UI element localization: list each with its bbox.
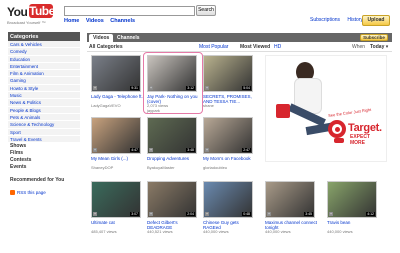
- sidebar-contests[interactable]: Contests: [8, 157, 80, 164]
- video-meta: ByakuyaMaster: [147, 165, 175, 170]
- tab-bar: Videos Channels Subscribe: [87, 33, 392, 42]
- video-meta: ShaneyDOP: [91, 165, 114, 170]
- sidebar-item-pets[interactable]: Pets & Animals: [8, 113, 80, 122]
- nav-channels[interactable]: Channels: [110, 18, 135, 24]
- logo-tube: Tube: [29, 4, 55, 18]
- add-to-queue-icon[interactable]: +: [205, 212, 209, 216]
- filter-hd[interactable]: HD: [274, 44, 281, 50]
- upload-button[interactable]: Upload: [362, 15, 390, 26]
- nav-home[interactable]: Home: [64, 18, 79, 24]
- sidebar-item-sport[interactable]: Sport: [8, 128, 80, 136]
- video-meta: 440,000 views: [203, 229, 229, 234]
- rss-link[interactable]: RSS this page: [8, 190, 80, 196]
- sidebar-films[interactable]: Films: [8, 150, 80, 157]
- video-meta: 440,000 views: [265, 229, 291, 234]
- subscriptions-link[interactable]: Subscriptions: [310, 17, 340, 23]
- main-content: Videos Channels Subscribe All Categories…: [87, 33, 392, 251]
- tab-videos[interactable]: Videos: [89, 34, 114, 42]
- history-link[interactable]: History: [347, 17, 363, 23]
- video-thumbnail[interactable]: +4:47: [91, 117, 141, 154]
- add-to-queue-icon[interactable]: +: [93, 86, 97, 90]
- sidebar-shows[interactable]: Shows: [8, 143, 80, 150]
- filter-when-label: When: [352, 44, 366, 50]
- rss-icon: [10, 190, 15, 196]
- video-duration: 9:31: [130, 86, 139, 90]
- filter-all-categories[interactable]: All Categories: [89, 44, 123, 50]
- subscribe-button[interactable]: Subscribe: [360, 34, 388, 41]
- filter-when-select[interactable]: Today ▾: [370, 44, 388, 50]
- user-links: Subscriptions History: [310, 17, 369, 23]
- ad-brand: Target.: [348, 122, 382, 134]
- sidebar-item-howto[interactable]: Howto & Style: [8, 84, 80, 93]
- video-thumbnail[interactable]: +3:48: [147, 117, 197, 154]
- video-duration: 4:47: [130, 148, 139, 152]
- categories-heading: Categories: [8, 32, 80, 41]
- video-thumbnail[interactable]: +3:45: [265, 181, 315, 218]
- highlight-circle: [143, 52, 203, 114]
- video-thumbnail[interactable]: +0:48: [203, 181, 253, 218]
- sidebar-events[interactable]: Events: [8, 164, 80, 171]
- video-meta: 440,000 views: [327, 229, 353, 234]
- video-duration: 3:07: [130, 212, 139, 216]
- add-to-queue-icon[interactable]: +: [205, 148, 209, 152]
- sidebar-item-travel[interactable]: Travel & Events: [8, 135, 80, 144]
- video-meta: 485,407 views: [91, 229, 117, 234]
- add-to-queue-icon[interactable]: +: [267, 212, 271, 216]
- sidebar-item-news[interactable]: News & Politics: [8, 99, 80, 107]
- sidebar-item-entertainment[interactable]: Entertainment: [8, 62, 80, 71]
- sidebar-item-gaming[interactable]: Gaming: [8, 77, 80, 85]
- ad-shoe: [334, 138, 344, 143]
- ad-bag: [276, 104, 290, 118]
- youtube-logo[interactable]: You Tube Broadcast Yourself ™: [7, 3, 55, 25]
- add-to-queue-icon[interactable]: +: [329, 212, 333, 216]
- add-to-queue-icon[interactable]: +: [149, 148, 153, 152]
- video-thumbnail[interactable]: +5:04: [203, 55, 253, 92]
- sidebar-item-music[interactable]: Music: [8, 92, 80, 100]
- ad-subtext: EXPECT MORE: [350, 134, 371, 146]
- ad-tagline: See the Color Just Right: [327, 107, 372, 118]
- video-thumbnail[interactable]: +4:12: [327, 181, 377, 218]
- video-duration: 2:04: [186, 212, 195, 216]
- video-duration: 0:48: [242, 212, 251, 216]
- video-thumbnail[interactable]: +9:31: [91, 55, 141, 92]
- sidebar-item-film[interactable]: Film & Animation: [8, 70, 80, 78]
- search-button[interactable]: Search: [196, 5, 216, 16]
- search-input[interactable]: [64, 6, 195, 16]
- sidebar-item-education[interactable]: Education: [8, 55, 80, 63]
- add-to-queue-icon[interactable]: +: [93, 148, 97, 152]
- video-duration: 3:48: [186, 148, 195, 152]
- video-duration: 3:45: [304, 212, 313, 216]
- filter-most-viewed[interactable]: Most Viewed: [240, 44, 270, 50]
- add-to-queue-icon[interactable]: +: [205, 86, 209, 90]
- target-advertisement[interactable]: See the Color Just Right Target. EXPECT …: [265, 55, 387, 162]
- video-thumbnail[interactable]: +3:07: [91, 181, 141, 218]
- sidebar-item-comedy[interactable]: Comedy: [8, 48, 80, 56]
- video-thumbnail[interactable]: +2:47: [203, 117, 253, 154]
- video-thumbnail[interactable]: +2:04: [147, 181, 197, 218]
- nav-videos[interactable]: Videos: [86, 18, 104, 24]
- target-bullseye-icon: [328, 120, 346, 138]
- add-to-queue-icon[interactable]: +: [93, 212, 97, 216]
- video-duration: 2:47: [242, 148, 251, 152]
- recommended-heading[interactable]: Recommended for You: [8, 177, 80, 183]
- logo-tagline: Broadcast Yourself ™: [7, 20, 46, 25]
- sidebar-item-science[interactable]: Science & Technology: [8, 121, 80, 129]
- video-meta: shane: [203, 103, 214, 108]
- filter-most-popular[interactable]: Most Popular: [199, 44, 228, 50]
- tab-channels[interactable]: Channels: [113, 34, 144, 42]
- logo-you: You: [7, 5, 28, 19]
- rss-label: RSS this page: [17, 190, 46, 196]
- sidebar-item-people[interactable]: People & Blogs: [8, 106, 80, 114]
- video-duration: 4:12: [366, 212, 375, 216]
- sidebar: Categories Cars & Vehicles Comedy Educat…: [8, 32, 80, 247]
- video-meta: gloriadoubleu: [203, 165, 228, 170]
- filter-bar: All Categories Most Popular Most Viewed …: [87, 42, 392, 52]
- add-to-queue-icon[interactable]: +: [149, 212, 153, 216]
- top-nav: Home Videos Channels: [64, 18, 140, 24]
- video-meta: 440,521 views: [147, 229, 173, 234]
- sidebar-item-cars[interactable]: Cars & Vehicles: [8, 41, 80, 49]
- video-duration: 5:04: [242, 86, 251, 90]
- video-meta: LadyGagaVEVO: [91, 103, 121, 108]
